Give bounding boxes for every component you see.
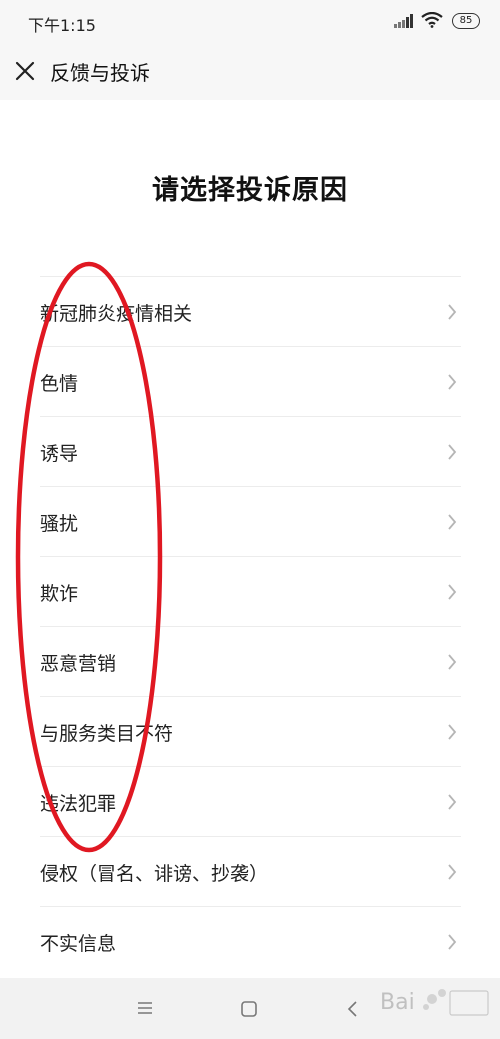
reason-label: 与服务类目不符: [40, 723, 174, 745]
reason-item-8[interactable]: 侵权（冒名、诽谤、抄袭）: [40, 836, 461, 906]
reason-item-4[interactable]: 欺诈: [40, 556, 461, 626]
chevron-right-icon: [448, 304, 457, 320]
reason-item-9[interactable]: 不实信息: [40, 906, 461, 976]
battery-icon: 85: [452, 13, 480, 29]
chevron-right-icon: [448, 444, 457, 460]
chevron-right-icon: [448, 724, 457, 740]
reason-item-1[interactable]: 色情: [40, 346, 461, 416]
chevron-right-icon: [448, 864, 457, 880]
svg-text:Bai: Bai: [380, 990, 415, 1015]
reason-label: 违法犯罪: [40, 793, 117, 815]
chevron-right-icon: [448, 584, 457, 600]
reason-item-5[interactable]: 恶意营销: [40, 626, 461, 696]
chevron-right-icon: [448, 654, 457, 670]
chevron-right-icon: [448, 514, 457, 530]
wifi-icon: [421, 12, 443, 28]
reason-item-0[interactable]: 新冠肺炎疫情相关: [40, 276, 461, 346]
reason-item-3[interactable]: 骚扰: [40, 486, 461, 556]
page-title: 请选择投诉原因: [152, 175, 348, 206]
chevron-right-icon: [448, 374, 457, 390]
reason-label: 色情: [40, 373, 79, 395]
reason-label: 诱导: [40, 443, 79, 465]
signal-icon: [394, 14, 413, 28]
menu-icon[interactable]: [136, 1000, 154, 1016]
reason-label: 新冠肺炎疫情相关: [40, 303, 193, 325]
status-bar: 下午1:15 85: [0, 0, 500, 42]
reason-label: 不实信息: [40, 933, 117, 955]
reason-list: 新冠肺炎疫情相关 色情 诱导 骚扰 欺诈 恶意营销 与服务类目不符 违法犯罪 侵…: [40, 276, 461, 976]
home-icon[interactable]: [240, 1000, 258, 1018]
header-bar: 反馈与投诉: [0, 42, 500, 100]
reason-label: 骚扰: [40, 513, 79, 535]
reason-item-6[interactable]: 与服务类目不符: [40, 696, 461, 766]
chevron-right-icon: [448, 794, 457, 810]
watermark-logo: Bai: [380, 989, 489, 1016]
reason-item-7[interactable]: 违法犯罪: [40, 766, 461, 836]
reason-label: 欺诈: [40, 583, 79, 605]
reason-item-2[interactable]: 诱导: [40, 416, 461, 486]
back-icon[interactable]: [346, 1000, 360, 1018]
status-time: 下午1:15: [28, 16, 96, 35]
reason-label: 侵权（冒名、诽谤、抄袭）: [40, 863, 269, 885]
close-icon[interactable]: [14, 60, 36, 82]
reason-label: 恶意营销: [40, 653, 117, 675]
chevron-right-icon: [448, 934, 457, 950]
header-title: 反馈与投诉: [50, 61, 150, 85]
